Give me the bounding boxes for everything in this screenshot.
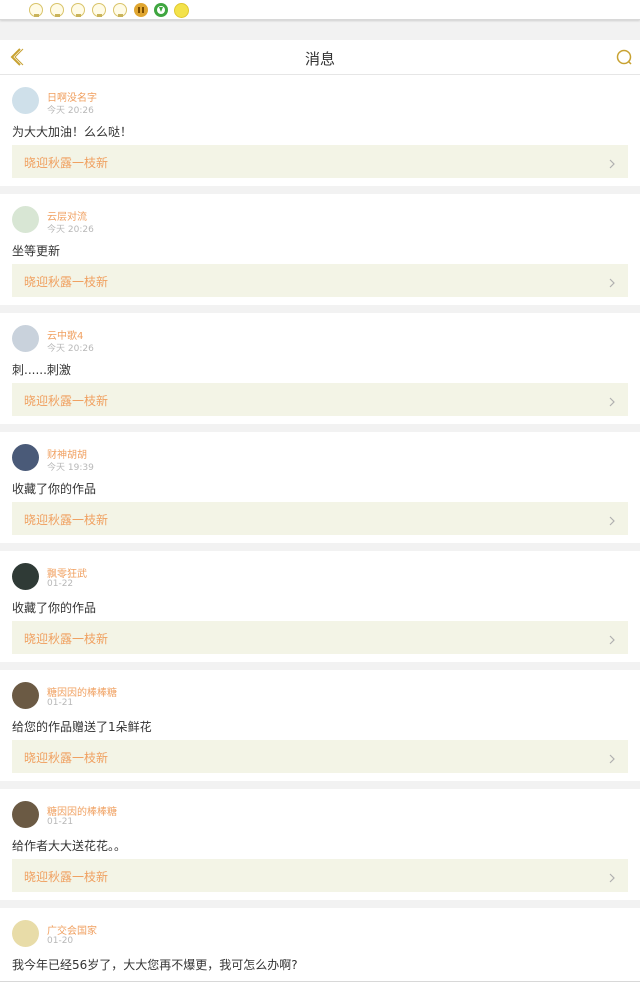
work-title: 晓迎秋露一枝新 <box>24 513 109 527</box>
username-link[interactable]: 飘零狂武 <box>47 565 87 580</box>
message-text: 我今年已经56岁了，大大您再不爆更，我可怎么办啊? <box>12 958 298 972</box>
work-title: 晓迎秋露一枝新 <box>24 394 109 408</box>
work-link[interactable]: 晓迎秋露一枝新 <box>12 383 628 416</box>
message-time: 01-22 <box>47 579 74 589</box>
work-title: 晓迎秋露一枝新 <box>24 870 109 884</box>
avatar[interactable] <box>12 682 39 709</box>
nav-bar: 消息 <box>0 40 640 75</box>
message-text: 收藏了你的作品 <box>12 482 97 496</box>
bulb-icon <box>113 3 127 17</box>
pause-icon <box>134 3 148 17</box>
message-time: 今天 20:26 <box>47 225 94 235</box>
work-link[interactable]: 晓迎秋露一枝新 <box>12 621 628 654</box>
avatar[interactable] <box>12 563 39 590</box>
chevron-right-icon <box>606 393 618 407</box>
message-card: 糖因因的棒棒糖 01-21 给作者大大送花花。。 晓迎秋露一枝新 <box>0 789 640 900</box>
work-title: 晓迎秋露一枝新 <box>24 632 109 646</box>
avatar[interactable] <box>12 87 39 114</box>
message-time: 今天 20:26 <box>47 106 94 116</box>
message-card: 日啊没名字 今天 20:26 为大大加油！么么哒！ 晓迎秋露一枝新 <box>0 75 640 186</box>
message-text: 收藏了你的作品 <box>12 601 97 615</box>
message-time: 01-20 <box>47 936 74 946</box>
search-icon[interactable] <box>616 49 632 65</box>
work-link[interactable]: 晓迎秋露一枝新 <box>12 264 628 297</box>
username-link[interactable]: 财神胡胡 <box>47 446 87 461</box>
avatar[interactable] <box>12 801 39 828</box>
message-text: 给作者大大送花花。。 <box>12 839 127 853</box>
work-link[interactable]: 晓迎秋露一枝新 <box>12 859 628 892</box>
username-link[interactable]: 糖因因的棒棒糖 <box>47 803 117 818</box>
username-link[interactable]: 广交会国家 <box>47 922 97 937</box>
message-card: 财神胡胡 今天 19:39 收藏了你的作品 晓迎秋露一枝新 <box>0 432 640 543</box>
bulb-icon <box>71 3 85 17</box>
message-text: 给您的作品赠送了1朵鲜花 <box>12 720 152 734</box>
avatar[interactable] <box>12 444 39 471</box>
chevron-right-icon <box>606 155 618 169</box>
work-link[interactable]: 晓迎秋露一枝新 <box>12 502 628 535</box>
message-text: 坐等更新 <box>12 244 61 258</box>
message-time: 今天 19:39 <box>47 463 94 473</box>
message-time: 01-21 <box>47 698 74 708</box>
message-card: 云中歌4 今天 20:26 刺......刺激 晓迎秋露一枝新 <box>0 313 640 424</box>
chevron-right-icon <box>606 869 618 883</box>
avatar[interactable] <box>12 325 39 352</box>
chevron-right-icon <box>606 750 618 764</box>
work-title: 晓迎秋露一枝新 <box>24 751 109 765</box>
username-link[interactable]: 糖因因的棒棒糖 <box>47 684 117 699</box>
username-link[interactable]: 日啊没名字 <box>47 89 97 104</box>
message-card: 云层对流 今天 20:26 坐等更新 晓迎秋露一枝新 <box>0 194 640 305</box>
message-card: 广交会国家 01-20 我今年已经56岁了，大大您再不爆更，我可怎么办啊? <box>0 908 640 982</box>
username-link[interactable]: 云层对流 <box>47 208 87 223</box>
chevron-right-icon <box>606 512 618 526</box>
username-link[interactable]: 云中歌4 <box>47 327 83 342</box>
message-card: 糖因因的棒棒糖 01-21 给您的作品赠送了1朵鲜花 晓迎秋露一枝新 <box>0 670 640 781</box>
message-text: 刺......刺激 <box>12 363 71 377</box>
status-bar <box>0 0 640 20</box>
chevron-right-icon <box>606 274 618 288</box>
message-card: 飘零狂武 01-22 收藏了你的作品 晓迎秋露一枝新 <box>0 551 640 662</box>
bulb-icon <box>29 3 43 17</box>
work-link[interactable]: 晓迎秋露一枝新 <box>12 740 628 773</box>
page-title: 消息 <box>304 50 335 68</box>
avatar[interactable] <box>12 206 39 233</box>
work-title: 晓迎秋露一枝新 <box>24 275 109 289</box>
chevron-right-icon <box>606 631 618 645</box>
sun-icon <box>174 3 189 18</box>
download-icon <box>154 3 168 17</box>
message-time: 01-21 <box>47 817 74 827</box>
avatar[interactable] <box>12 920 39 947</box>
bulb-icon <box>50 3 64 17</box>
message-text: 为大大加油！么么哒！ <box>12 125 133 139</box>
bulb-icon <box>92 3 106 17</box>
work-title: 晓迎秋露一枝新 <box>24 156 109 170</box>
work-link[interactable]: 晓迎秋露一枝新 <box>12 145 628 178</box>
message-time: 今天 20:26 <box>47 344 94 354</box>
